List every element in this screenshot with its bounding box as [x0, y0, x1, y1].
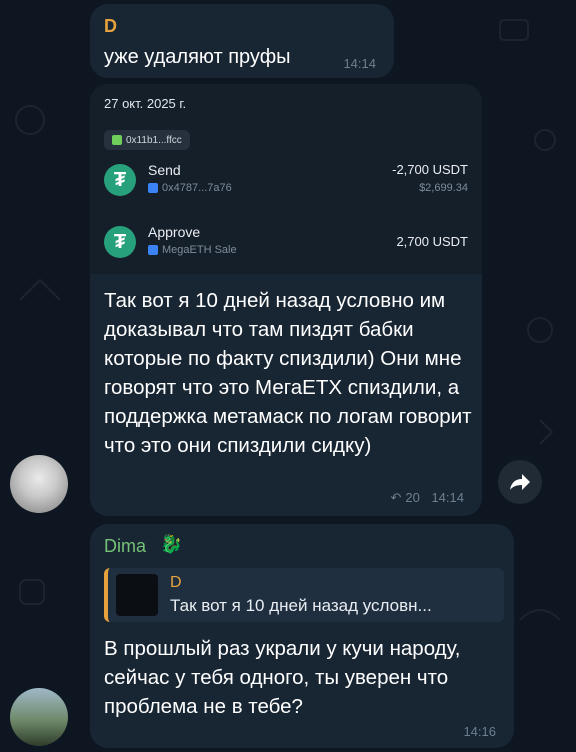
reply-count: 20 — [405, 490, 420, 505]
transaction-name: Send — [148, 162, 181, 178]
transaction-sub: 0x4787...7a76 — [148, 182, 232, 194]
message-time: 14:14 — [431, 490, 464, 505]
transaction-name: Approve — [148, 224, 201, 240]
message-bubble[interactable]: Dima 🐉 D Так вот я 10 дней назад условн.… — [90, 524, 514, 748]
transaction-amount: -2,700 USDT — [392, 162, 468, 177]
chain-icon — [148, 183, 158, 193]
message-time: 14:14 — [343, 56, 376, 71]
transaction-counterparty: 0x4787...7a76 — [162, 182, 232, 194]
message-bubble[interactable]: 27 окт. 2025 г. 0x11b1...ffcc ₮ Send 0x4… — [90, 84, 482, 516]
chain-icon — [148, 245, 158, 255]
sender-name[interactable]: D — [104, 16, 117, 37]
reply-count-icon: ↶ — [390, 490, 402, 505]
transaction-counterparty: MegaETH Sale — [162, 244, 237, 256]
wallet-address: 0x11b1...ffcc — [126, 134, 182, 146]
transaction-usd: $2,699.34 — [419, 182, 468, 194]
transaction-row: ₮ Approve MegaETH Sale 2,700 USDT — [104, 224, 468, 264]
wallet-address-chip: 0x11b1...ffcc — [104, 130, 190, 150]
wallet-identicon-icon — [112, 135, 122, 145]
quote-thumbnail — [116, 574, 158, 616]
avatar[interactable] — [10, 688, 68, 746]
message-text: Так вот я 10 дней назад условно им доказ… — [104, 289, 472, 457]
quote-text: Так вот я 10 дней назад условн... — [170, 596, 432, 615]
message-bubble[interactable]: D уже удаляют пруфы 14:14 — [90, 4, 394, 78]
forward-button[interactable] — [498, 460, 542, 504]
forward-icon — [510, 474, 530, 490]
avatar[interactable] — [10, 455, 68, 513]
transaction-row: ₮ Send 0x4787...7a76 -2,700 USDT $2,699.… — [104, 162, 468, 202]
message-meta: ↶ 20 14:14 — [390, 490, 464, 506]
message-text: уже удаляют пруфы — [104, 46, 291, 68]
usdt-icon: ₮ — [104, 164, 136, 196]
transaction-screenshot[interactable]: 27 окт. 2025 г. 0x11b1...ffcc ₮ Send 0x4… — [90, 84, 482, 274]
transaction-sub: MegaETH Sale — [148, 244, 237, 256]
transaction-date: 27 окт. 2025 г. — [104, 96, 187, 111]
usdt-icon: ₮ — [104, 226, 136, 258]
sender-name[interactable]: Dima — [104, 536, 146, 557]
message-time: 14:16 — [463, 724, 496, 739]
message-text: В прошлый раз украли у кучи народу, сейч… — [104, 637, 461, 718]
transaction-amount: 2,700 USDT — [396, 234, 468, 249]
reply-quote[interactable]: D Так вот я 10 дней назад условн... — [104, 568, 504, 622]
quote-sender: D — [170, 574, 182, 591]
custom-emoji-icon: 🐉 — [160, 534, 183, 554]
